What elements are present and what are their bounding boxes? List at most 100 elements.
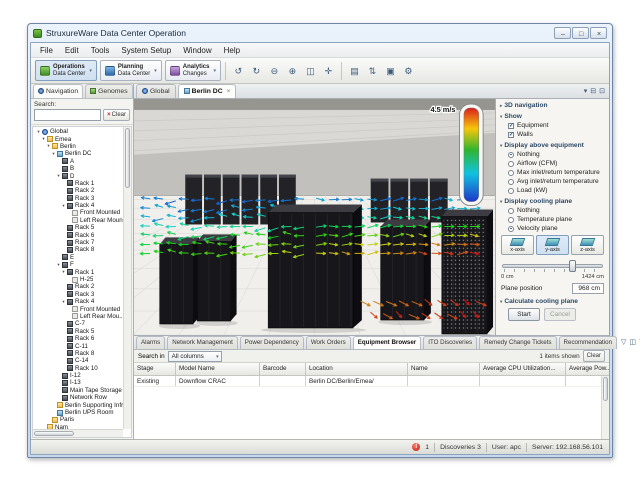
- print-icon[interactable]: ▤: [346, 62, 363, 80]
- tree-twisty-icon[interactable]: ▾: [56, 173, 61, 179]
- table-column-header[interactable]: Average Pow...: [566, 363, 609, 375]
- maximize-view-icon[interactable]: ⊡: [599, 88, 605, 95]
- tree-twisty-icon[interactable]: ▾: [56, 262, 61, 268]
- cooling-plane-radio-row[interactable]: Nothing: [508, 207, 605, 214]
- maximize-button[interactable]: □: [572, 27, 589, 39]
- tree-item[interactable]: Front Mounted: [34, 305, 131, 312]
- tree-item[interactable]: Berlin Supporting Infrastru...: [34, 401, 131, 408]
- tree-item[interactable]: ▾ Berlin DC: [34, 150, 131, 157]
- radio-button[interactable]: [508, 208, 514, 214]
- tree-item[interactable]: H-25: [34, 276, 131, 283]
- tree-item[interactable]: Rack 10: [34, 365, 131, 372]
- display-above-radio-row[interactable]: Load (kW): [508, 187, 605, 194]
- twisty-icon[interactable]: ▾: [500, 114, 502, 120]
- cooling-plane-radio-row[interactable]: Temperature plane: [508, 216, 605, 223]
- tree-horizontal-scrollbar[interactable]: [33, 429, 123, 437]
- bottom-tab[interactable]: Equipment Browser: [353, 336, 421, 349]
- radio-button[interactable]: [508, 170, 514, 176]
- table-row[interactable]: Existing Downflow CRAC Berlin DC/Berlin/…: [134, 376, 609, 387]
- tree-item[interactable]: Rack 5: [34, 224, 131, 231]
- radio-button[interactable]: [508, 226, 514, 232]
- tree-item[interactable]: Rack 2: [34, 283, 131, 290]
- display-above-radio-row[interactable]: Avg inlet/return temperature: [508, 178, 605, 185]
- tree-item[interactable]: ▾ Rack 4: [34, 298, 131, 305]
- bottom-tab[interactable]: Alarms: [136, 336, 165, 349]
- view-menu-icon[interactable]: ▾: [584, 88, 588, 95]
- menu-item[interactable]: File: [34, 46, 59, 55]
- snapshot-icon[interactable]: ▣: [382, 62, 399, 80]
- display-above-radio-row[interactable]: Max inlet/return temperature: [508, 169, 605, 176]
- tree-vertical-scrollbar[interactable]: [123, 127, 131, 429]
- z-axis-button[interactable]: z-axis: [571, 235, 604, 255]
- chevron-down-icon[interactable]: ▾: [89, 68, 92, 74]
- table-column-header[interactable]: Model Name: [176, 363, 260, 375]
- panel-tab[interactable]: Genomes: [85, 84, 132, 98]
- tree-item[interactable]: I-13: [34, 379, 131, 386]
- cooling-plane-radio-row[interactable]: Velocity plane: [508, 225, 605, 232]
- slider-thumb[interactable]: [569, 260, 576, 272]
- zoom-in-icon[interactable]: ⊕: [284, 62, 301, 80]
- tree-item[interactable]: Rack 8: [34, 350, 131, 357]
- menu-item[interactable]: Window: [177, 46, 217, 55]
- tree-item[interactable]: C-11: [34, 342, 131, 349]
- panel-tab[interactable]: Navigation: [33, 84, 83, 98]
- filter-icon[interactable]: ▽: [621, 339, 626, 346]
- tree-item[interactable]: ▾ D: [34, 172, 131, 179]
- tree-twisty-icon[interactable]: ▾: [46, 143, 51, 149]
- tree-item[interactable]: Main Tape Storage: [34, 387, 131, 394]
- undo-icon[interactable]: ↺: [230, 62, 247, 80]
- plane-position-slider[interactable]: [502, 260, 603, 272]
- titlebar[interactable]: StruxureWare Data Center Operation –□×: [30, 24, 610, 42]
- tree-item[interactable]: Rack 3: [34, 195, 131, 202]
- bottom-tab[interactable]: Power Dependency: [240, 336, 304, 349]
- tree-twisty-icon[interactable]: ▾: [61, 203, 66, 209]
- table-column-header[interactable]: Location: [306, 363, 408, 375]
- tree-item[interactable]: I-12: [34, 372, 131, 379]
- tree-item[interactable]: Left Rear Moun...: [34, 217, 131, 224]
- menu-item[interactable]: Edit: [59, 46, 85, 55]
- export-icon[interactable]: ⇅: [364, 62, 381, 80]
- chevron-down-icon[interactable]: ▾: [154, 68, 157, 74]
- tree-item[interactable]: Left Rear Mou...: [34, 313, 131, 320]
- close-button[interactable]: ×: [590, 27, 607, 39]
- discoveries-status[interactable]: Discoveries 3: [440, 444, 481, 451]
- menu-item[interactable]: Tools: [85, 46, 116, 55]
- table-vertical-scrollbar[interactable]: [601, 376, 609, 439]
- tree-item[interactable]: E: [34, 254, 131, 261]
- tree-item[interactable]: B: [34, 165, 131, 172]
- radio-button[interactable]: [508, 152, 514, 158]
- bottom-tab[interactable]: Network Management: [167, 336, 238, 349]
- clear-search-button[interactable]: × Clear: [103, 109, 130, 121]
- tree-item[interactable]: ▾ Rack 1: [34, 268, 131, 275]
- tree-item[interactable]: Berlin UPS Room: [34, 409, 131, 416]
- plane-position-value[interactable]: 968 cm: [572, 283, 604, 294]
- tree-item[interactable]: Rack 6: [34, 335, 131, 342]
- clear-filter-button[interactable]: Clear: [583, 350, 605, 362]
- 3d-view[interactable]: 4.5 m/s: [134, 99, 496, 335]
- alarm-count[interactable]: 1: [425, 444, 429, 451]
- tree-item[interactable]: Rack 8: [34, 246, 131, 253]
- columns-icon[interactable]: ◫: [629, 339, 636, 346]
- show-checkbox-row[interactable]: Walls: [508, 131, 605, 138]
- perspective-analytics[interactable]: Analytics Changes ▾: [165, 60, 221, 81]
- settings-icon[interactable]: ⚙: [400, 62, 417, 80]
- tree-item[interactable]: ▾ Emea: [34, 135, 131, 142]
- radio-button[interactable]: [508, 217, 514, 223]
- display-above-radio-row[interactable]: Nothing: [508, 151, 605, 158]
- checkbox[interactable]: [508, 123, 514, 129]
- tree-item[interactable]: C-7: [34, 320, 131, 327]
- table-column-header[interactable]: Name: [408, 363, 480, 375]
- tree-item[interactable]: Rack 5: [34, 328, 131, 335]
- bottom-tab[interactable]: ITO Discoveries: [423, 336, 477, 349]
- tree-item[interactable]: Rack 1: [34, 180, 131, 187]
- zoom-fit-icon[interactable]: ◫: [302, 62, 319, 80]
- y-axis-button[interactable]: y-axis: [536, 235, 569, 255]
- search-input[interactable]: [34, 109, 101, 121]
- start-button[interactable]: Start: [508, 308, 540, 321]
- twisty-icon[interactable]: ▾: [500, 199, 502, 205]
- radio-button[interactable]: [508, 161, 514, 167]
- tree-item[interactable]: ▾ Berlin: [34, 143, 131, 150]
- tree-item[interactable]: ▾ F: [34, 261, 131, 268]
- tree-twisty-icon[interactable]: ▾: [61, 299, 66, 305]
- tree-twisty-icon[interactable]: ▾: [41, 136, 46, 142]
